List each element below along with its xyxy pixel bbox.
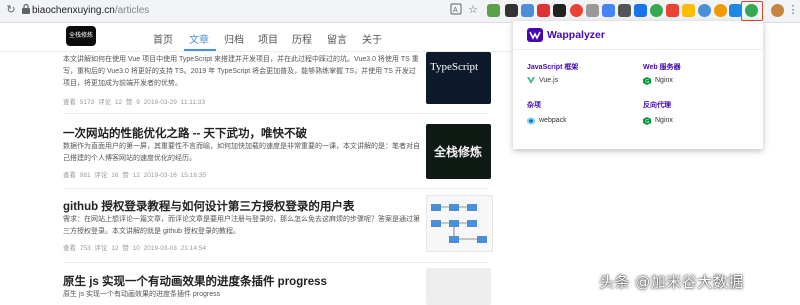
tech-nginx-proxy[interactable]: Nginx bbox=[655, 117, 673, 124]
article-meta: 查看 981 评论 16 赞 12 2019-03-16 15:16:35 bbox=[63, 172, 206, 179]
more-menu-icon[interactable]: ⋮ bbox=[786, 3, 800, 17]
address-bar[interactable]: biaochenxuying.cn/articles bbox=[32, 5, 149, 16]
reload-icon[interactable]: ↻ bbox=[4, 3, 18, 17]
nav-home[interactable]: 首页 bbox=[153, 31, 173, 46]
wappalyzer-logo-icon bbox=[527, 28, 543, 42]
category-misc: 杂项 bbox=[527, 102, 541, 109]
wappalyzer-title: Wappalyzer bbox=[547, 29, 605, 41]
extension-b-icon[interactable] bbox=[602, 4, 615, 17]
svg-text:A: A bbox=[453, 7, 458, 14]
popup-header: Wappalyzer bbox=[513, 21, 763, 50]
extension-black-icon[interactable] bbox=[553, 4, 566, 17]
article-thumbnail[interactable] bbox=[426, 268, 491, 305]
thumbnail-text: 全栈修炼 bbox=[434, 145, 483, 159]
extension-v-icon[interactable] bbox=[682, 4, 695, 17]
extension-blue-icon[interactable] bbox=[521, 4, 534, 17]
article-title[interactable]: 原生 js 实现一个有动画效果的进度条插件 progress bbox=[63, 273, 327, 289]
url-path: /articles bbox=[114, 5, 150, 16]
extension-compass-icon[interactable] bbox=[698, 4, 711, 17]
tech-nginx[interactable]: Nginx bbox=[655, 77, 673, 84]
nav-about[interactable]: 关于 bbox=[362, 31, 382, 46]
site-logo[interactable]: 全栈修炼 bbox=[66, 26, 96, 46]
article-divider bbox=[63, 262, 488, 263]
extension-highlight-box bbox=[741, 1, 763, 21]
article-divider bbox=[63, 188, 488, 189]
extension-ring-icon[interactable] bbox=[570, 4, 583, 17]
extension-square-icon[interactable] bbox=[618, 4, 631, 17]
nginx-icon: G bbox=[643, 117, 651, 125]
lock-icon[interactable] bbox=[19, 3, 33, 17]
category-js-framework: JavaScript 框架 bbox=[527, 64, 579, 71]
tech-vue[interactable]: Vue.js bbox=[539, 77, 558, 84]
article-thumbnail-diagram[interactable] bbox=[426, 195, 493, 252]
article-title[interactable]: github 授权登录教程与如何设计第三方授权登录的用户表 bbox=[63, 198, 354, 214]
nav-articles[interactable]: 文章 bbox=[189, 31, 209, 46]
extension-play-icon[interactable] bbox=[634, 4, 647, 17]
extension-green-v-icon[interactable] bbox=[650, 4, 663, 17]
extension-red-icon[interactable] bbox=[537, 4, 550, 17]
nav-projects[interactable]: 项目 bbox=[258, 31, 278, 46]
tech-webpack[interactable]: webpack bbox=[539, 117, 567, 124]
extension-shield-icon[interactable] bbox=[487, 4, 500, 17]
url-host: biaochenxuying.cn bbox=[32, 5, 115, 16]
nginx-icon: G bbox=[643, 77, 651, 85]
extension-grey-icon[interactable] bbox=[586, 4, 599, 17]
nav-timeline[interactable]: 历程 bbox=[292, 31, 312, 46]
article-meta: 查看 753 评论 12 赞 10 2019-03-03 21:14:54 bbox=[63, 245, 206, 252]
article-excerpt: 本文讲解如何在使用 Vue 项目中使用 TypeScript 来搭建并开发项目，… bbox=[63, 56, 419, 87]
extension-mail-icon[interactable] bbox=[666, 4, 679, 17]
article-thumbnail[interactable]: 全栈修炼 bbox=[426, 124, 491, 179]
translate-icon[interactable]: A bbox=[449, 3, 463, 17]
article-meta: 查看 5173 评论 12 赞 9 2019-03-29 11:11:33 bbox=[63, 99, 206, 106]
svg-text:G: G bbox=[645, 119, 649, 125]
article-thumbnail[interactable]: TypeScript bbox=[426, 52, 491, 104]
article-divider bbox=[63, 113, 488, 114]
article-excerpt: 原生 js 实现一个有动画效果的进度条插件 progress bbox=[63, 291, 221, 298]
extension-dark-icon[interactable] bbox=[505, 4, 518, 17]
category-reverse-proxy: 反向代理 bbox=[643, 102, 671, 109]
wappalyzer-popup: Wappalyzer JavaScript 框架 Vue.js Web 服务器 … bbox=[513, 21, 763, 149]
bookmark-star-icon[interactable]: ☆ bbox=[466, 3, 480, 17]
article-excerpt: 需求：在网站上想评论一篇文章，而评论文章是要用户注册与登录的，那么怎么免去这麻烦… bbox=[63, 216, 420, 235]
extension-orange-icon[interactable] bbox=[714, 4, 727, 17]
article-excerpt: 数据作为直面用户的第一屏，其重要性不言而喻，如何加快加载的速度是非常重要的一课，… bbox=[63, 143, 420, 162]
vue-icon bbox=[527, 77, 535, 84]
article-title[interactable]: 一次网站的性能优化之路 -- 天下武功，唯快不破 bbox=[63, 125, 307, 141]
browser-toolbar: ↻ biaochenxuying.cn/articles A ☆ ⋮ bbox=[0, 0, 800, 23]
watermark-text: 头条 @加米谷大数据 bbox=[599, 273, 744, 291]
thumbnail-text: TypeScript bbox=[430, 61, 479, 73]
category-web-server: Web 服务器 bbox=[643, 64, 681, 71]
nav-archive[interactable]: 归档 bbox=[224, 31, 244, 46]
webpack-icon bbox=[527, 117, 535, 125]
profile-avatar[interactable] bbox=[771, 4, 784, 17]
nav-messages[interactable]: 留言 bbox=[327, 31, 347, 46]
svg-text:G: G bbox=[645, 79, 649, 85]
